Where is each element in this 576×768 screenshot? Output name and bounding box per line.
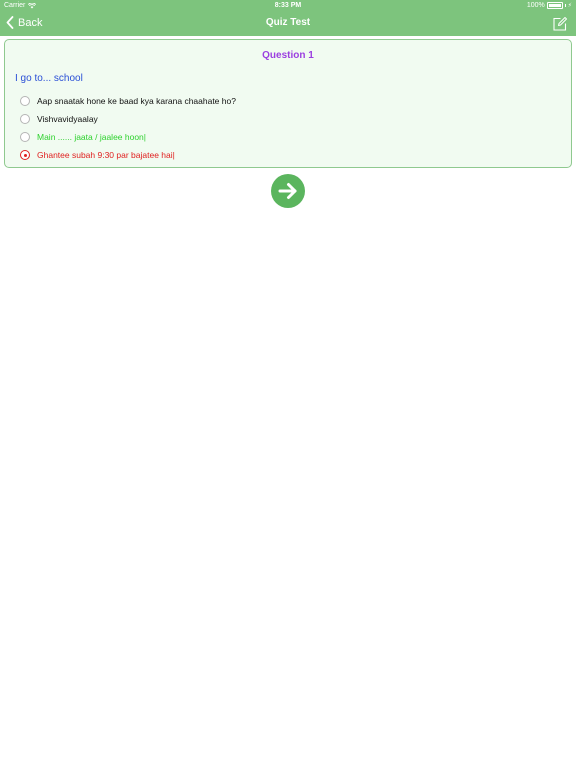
radio-button-selected[interactable] (20, 150, 30, 160)
arrow-right-icon (278, 183, 297, 199)
battery-fill (548, 4, 561, 7)
answer-option-2[interactable]: Vishvavidyaalay (20, 110, 560, 128)
status-bar: Carrier 8:33 PM 100% ⚡ (0, 0, 576, 12)
option-label: Ghantee subah 9:30 par bajatee hai| (37, 150, 175, 160)
answer-option-4[interactable]: Ghantee subah 9:30 par bajatee hai| (20, 146, 560, 164)
edit-button[interactable] (552, 16, 568, 32)
question-card: Question 1 I go to... school Aap snaatak… (4, 39, 572, 168)
battery-cap (564, 4, 566, 7)
question-text: I go to... school (15, 73, 83, 84)
option-label: Aap snaatak hone ke baad kya karana chaa… (37, 96, 236, 106)
radio-button[interactable] (20, 132, 30, 142)
radio-dot (23, 153, 27, 157)
option-label: Vishvavidyaalay (37, 114, 98, 124)
charging-icon: ⚡ (567, 3, 572, 9)
answer-option-3[interactable]: Main ...... jaata / jaalee hoon| (20, 128, 560, 146)
battery-percent: 100% (526, 2, 545, 9)
question-number: Question 1 (262, 50, 314, 61)
top-bar: Carrier 8:33 PM 100% ⚡ Back Quiz Test (0, 0, 576, 36)
answer-options: Aap snaatak hone ke baad kya karana chaa… (20, 92, 560, 164)
quiz-screen: Carrier 8:33 PM 100% ⚡ Back Quiz Test Qu… (0, 0, 576, 768)
answer-option-1[interactable]: Aap snaatak hone ke baad kya karana chaa… (20, 92, 560, 110)
radio-button[interactable] (20, 96, 30, 106)
edit-icon (553, 17, 567, 31)
navigation-bar: Back Quiz Test (0, 12, 576, 36)
option-label: Main ...... jaata / jaalee hoon| (37, 132, 146, 142)
next-question-button[interactable] (271, 174, 305, 208)
battery-icon (546, 2, 563, 9)
status-time: 8:33 PM (274, 2, 302, 9)
page-title: Quiz Test (265, 17, 311, 28)
radio-button[interactable] (20, 114, 30, 124)
battery-status: 100% ⚡ (527, 2, 572, 9)
